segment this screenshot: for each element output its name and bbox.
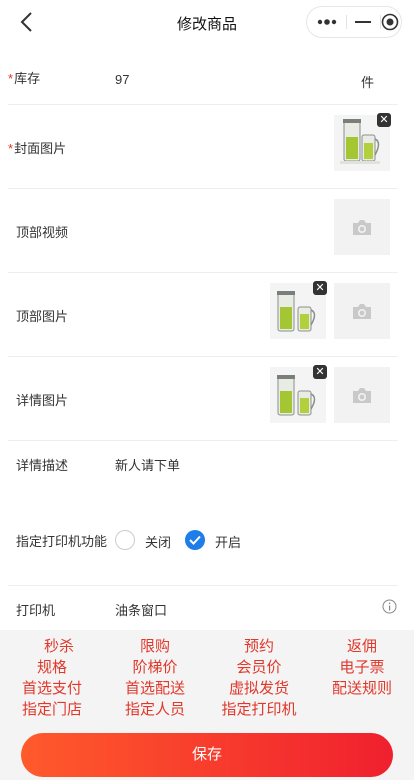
description-row: 详情描述 新人请下单 xyxy=(8,441,398,525)
menu-item-preferred-delivery[interactable]: 首选配送 xyxy=(103,677,207,698)
menu-item-virtual-shipping[interactable]: 虚拟发货 xyxy=(207,677,311,698)
cover-image-row: *封面图片 ✕ xyxy=(8,105,398,189)
description-textarea[interactable]: 新人请下单 xyxy=(115,455,180,474)
camera-icon xyxy=(353,304,371,319)
top-images-label: 顶部图片 xyxy=(16,309,69,324)
minimize-icon[interactable] xyxy=(347,7,379,37)
printer-select[interactable]: 油条窗口 xyxy=(115,600,167,619)
menu-item-assign-printer[interactable]: 指定打印机 xyxy=(207,698,311,719)
menu-item-preferred-payment[interactable]: 首选支付 xyxy=(0,677,104,698)
menu-item-purchase-limit[interactable]: 限购 xyxy=(103,635,207,656)
radio-off-label: 关闭 xyxy=(145,535,172,550)
menu-item-e-ticket[interactable]: 电子票 xyxy=(310,656,414,677)
more-dots-icon[interactable] xyxy=(311,7,343,37)
cover-image-label-text: 封面图片 xyxy=(14,141,67,156)
printer-function-row: 指定打印机功能 关闭 开启 xyxy=(8,525,398,586)
detail-images-row: 详情图片 ✕ xyxy=(8,357,398,441)
upload-video-button[interactable] xyxy=(334,199,390,255)
menu-item-assign-staff[interactable]: 指定人员 xyxy=(103,698,207,719)
close-icon[interactable]: ✕ xyxy=(377,113,391,127)
menu-item-tiered-price[interactable]: 阶梯价 xyxy=(103,656,207,677)
close-icon[interactable]: ✕ xyxy=(313,365,327,379)
menu-item-rebate[interactable]: 返佣 xyxy=(310,635,414,656)
camera-icon xyxy=(353,220,371,235)
radio-off[interactable] xyxy=(115,530,135,550)
printer-label: 打印机 xyxy=(16,603,56,618)
info-icon[interactable] xyxy=(382,599,397,619)
menu-item-assign-store[interactable]: 指定门店 xyxy=(0,698,104,719)
stock-unit: 件 xyxy=(361,75,375,90)
printer-function-label: 指定打印机功能 xyxy=(16,534,108,549)
stock-row: *库存 97 件 xyxy=(8,54,398,105)
check-icon xyxy=(189,535,201,545)
upload-top-image-button[interactable] xyxy=(334,283,390,339)
menu-item-spec[interactable]: 规格 xyxy=(0,656,104,677)
menu-item-delivery-rules[interactable]: 配送规则 xyxy=(310,677,414,698)
mini-program-capsule xyxy=(306,6,402,38)
top-images-row: 顶部图片 ✕ xyxy=(8,273,398,357)
camera-icon xyxy=(353,388,371,403)
target-circle-icon[interactable] xyxy=(379,7,401,37)
cover-image-thumbnail[interactable]: ✕ xyxy=(334,113,391,171)
upload-detail-image-button[interactable] xyxy=(334,367,390,423)
required-mark: * xyxy=(8,71,14,86)
detail-images-label: 详情图片 xyxy=(16,393,69,408)
menu-item-seckill[interactable]: 秒杀 xyxy=(7,635,111,656)
description-label: 详情描述 xyxy=(16,458,69,473)
required-mark: * xyxy=(8,141,14,156)
navigation-bar: 修改商品 xyxy=(0,0,414,46)
top-video-row: 顶部视频 xyxy=(8,189,398,273)
printer-row: 打印机 油条窗口 xyxy=(8,586,398,630)
menu-item-member-price[interactable]: 会员价 xyxy=(207,656,311,677)
radio-on-label: 开启 xyxy=(215,535,242,550)
menu-item-reservation[interactable]: 预约 xyxy=(207,635,311,656)
stock-label: *库存 xyxy=(8,68,40,87)
radio-on[interactable] xyxy=(185,530,205,550)
top-image-thumbnail[interactable]: ✕ xyxy=(270,281,327,339)
stock-input[interactable]: 97 xyxy=(115,72,129,87)
top-video-label: 顶部视频 xyxy=(16,225,69,240)
close-icon[interactable]: ✕ xyxy=(313,281,327,295)
cover-image-label: *封面图片 xyxy=(8,138,66,157)
save-button[interactable]: 保存 xyxy=(21,733,393,777)
stock-label-text: 库存 xyxy=(14,71,41,86)
detail-image-thumbnail[interactable]: ✕ xyxy=(270,365,327,423)
